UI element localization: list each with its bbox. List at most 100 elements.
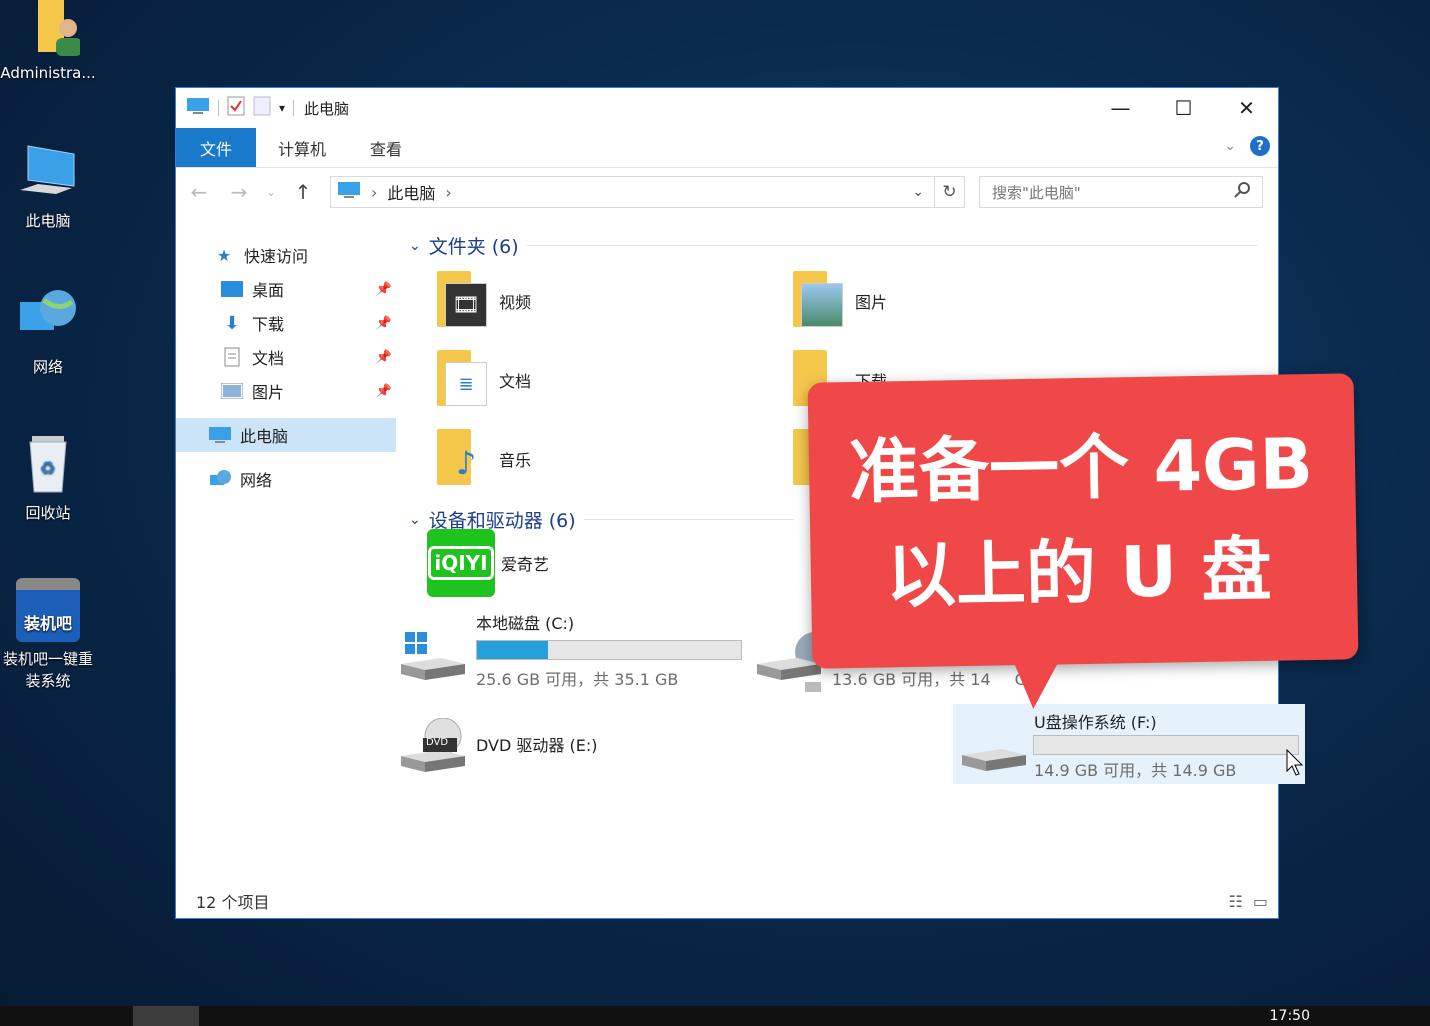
sidebar-item-quick-access[interactable]: ★ 快速访问: [176, 238, 396, 272]
drive-free-space: 25.6 GB 可用，共 35.1 GB: [476, 670, 679, 689]
desktop-icon-label: 此电脑: [25, 212, 71, 230]
drive-c[interactable]: 本地磁盘 (C:) 25.6 GB 可用，共 35.1 GB: [401, 610, 751, 700]
address-bar-row: ← → ⌄ ↑ › 此电脑 › ⌄ ↻ 搜索"此电脑": [176, 168, 1278, 216]
taskbar: 17:50: [0, 1006, 1430, 1026]
network-globe-icon: [16, 286, 80, 350]
tab-file[interactable]: 文件: [176, 128, 256, 167]
desktop-icon-recycle-bin[interactable]: ♻ 回收站: [0, 432, 98, 524]
desktop-icon-network[interactable]: 网络: [0, 286, 98, 378]
folder-pictures[interactable]: 图片: [791, 266, 1131, 336]
drive-free-space: 14.9 GB 可用，共 14.9 GB: [1034, 761, 1237, 780]
device-label: 爱奇艺: [501, 555, 550, 574]
folder-label: 图片: [855, 293, 888, 312]
desktop-icon-zhuangjiba[interactable]: 装机吧 装机吧一键重 装系统: [0, 578, 98, 692]
sidebar-item-desktop[interactable]: 桌面 📌: [176, 272, 396, 306]
callout-line-2: 以上的 U 盘: [885, 528, 1273, 618]
folder-music[interactable]: ♪ 音乐: [435, 424, 775, 494]
drive-usage-bar: [476, 640, 742, 660]
title-bar: ▾ 此电脑 — ☐ ✕: [176, 88, 1278, 128]
properties-icon[interactable]: [227, 96, 245, 120]
document-folder-icon: ≣: [435, 350, 491, 410]
expand-ribbon-icon[interactable]: ⌄: [1224, 138, 1236, 154]
large-icons-view-icon[interactable]: ▭: [1253, 892, 1268, 911]
breadcrumb-chevron-icon[interactable]: ›: [371, 183, 377, 202]
pin-icon[interactable]: 📌: [376, 350, 392, 365]
download-arrow-icon: ⬇: [224, 312, 240, 334]
sidebar-item-label: 下载: [252, 315, 285, 334]
computer-icon: [16, 140, 80, 204]
section-title: 文件夹 (6): [428, 236, 519, 258]
taskbar-explorer-button[interactable]: [133, 1006, 199, 1026]
windows-drive-icon: [401, 632, 465, 680]
picture-folder-icon: [791, 271, 847, 331]
chevron-down-icon: ⌄: [409, 237, 421, 254]
picture-icon: [220, 381, 244, 401]
pin-icon[interactable]: 📌: [376, 282, 392, 297]
address-dropdown-icon[interactable]: ⌄: [912, 184, 924, 200]
video-folder-icon: 🎞: [435, 271, 491, 331]
sidebar-item-network[interactable]: 网络: [176, 462, 396, 496]
recent-locations-icon[interactable]: ⌄: [266, 185, 276, 199]
svg-text:♻: ♻: [40, 458, 56, 479]
tab-view[interactable]: 查看: [348, 128, 424, 167]
pin-icon[interactable]: 📌: [376, 316, 392, 331]
drive-free-space: 13.6 GB 可用，共 14 GB: [832, 670, 1038, 689]
breadcrumb-chevron-icon[interactable]: ›: [445, 183, 451, 202]
computer-icon: [337, 181, 361, 203]
customize-dropdown-icon[interactable]: ▾: [279, 101, 285, 115]
drive-f-usb[interactable]: U盘操作系统 (F:) 14.9 GB 可用，共 14.9 GB: [953, 704, 1305, 784]
sidebar-item-label: 图片: [252, 383, 285, 402]
taskbar-clock[interactable]: 17:50: [1270, 1008, 1310, 1024]
sidebar-item-documents[interactable]: 文档 📌: [176, 340, 396, 374]
desktop-icon-administrator[interactable]: Administra...: [0, 0, 98, 84]
drive-dvd[interactable]: DVD DVD 驱动器 (E:): [401, 717, 751, 808]
maximize-button[interactable]: ☐: [1152, 88, 1215, 128]
iqiyi-logo-text: iQIYI: [428, 546, 494, 580]
desktop-icon-label-line2: 装系统: [25, 672, 71, 690]
ribbon-tabs: 文件 计算机 查看 ⌄ ?: [176, 128, 1278, 168]
iqiyi-logo-icon: iQIYI: [427, 529, 495, 597]
desktop-icon-label: 网络: [32, 358, 63, 376]
quick-access-toolbar: ▾: [186, 96, 295, 120]
network-icon: [208, 469, 232, 489]
new-folder-icon[interactable]: [253, 96, 271, 120]
folder-label: 音乐: [499, 451, 532, 470]
search-input[interactable]: 搜索"此电脑": [979, 176, 1263, 208]
minimize-button[interactable]: —: [1089, 88, 1152, 128]
up-button[interactable]: ↑: [290, 180, 316, 204]
breadcrumb-this-pc[interactable]: 此电脑: [387, 180, 435, 204]
device-iqiyi[interactable]: iQIYI 爱奇艺: [427, 528, 767, 598]
sidebar-item-downloads[interactable]: ⬇ 下载 📌: [176, 306, 396, 340]
window-title: 此电脑: [304, 99, 350, 118]
sidebar-item-label: 网络: [240, 471, 273, 490]
star-icon: ★: [216, 245, 232, 265]
dvd-badge-text: DVD: [426, 737, 449, 748]
forward-button[interactable]: →: [226, 180, 252, 204]
desktop-icon: [220, 279, 244, 299]
close-button[interactable]: ✕: [1215, 88, 1278, 128]
tab-computer[interactable]: 计算机: [256, 128, 348, 167]
help-icon[interactable]: ?: [1250, 136, 1270, 156]
refresh-button[interactable]: ↻: [934, 177, 964, 207]
sidebar-item-this-pc[interactable]: 此电脑: [176, 418, 396, 452]
folders-section-header[interactable]: ⌄ 文件夹 (6): [409, 232, 1257, 259]
sidebar-item-label: 桌面: [252, 281, 285, 300]
user-folder-icon: [16, 0, 82, 64]
zhuangjiba-logo-text: 装机吧: [23, 614, 72, 633]
desktop-icon-this-pc[interactable]: 此电脑: [0, 140, 98, 232]
window-controls: — ☐ ✕: [1089, 88, 1278, 128]
folder-videos[interactable]: 🎞 视频: [435, 266, 775, 336]
status-bar: 12 个项目 ☷ ▭: [176, 884, 1278, 918]
pin-icon[interactable]: 📌: [376, 384, 392, 399]
navigation-pane: ★ 快速访问 桌面 📌 ⬇ 下载 📌 文档 📌 图片 📌 此电脑 网络: [176, 228, 396, 878]
details-view-icon[interactable]: ☷: [1229, 892, 1243, 911]
search-icon: [1234, 182, 1250, 202]
drive-usage-fill: [477, 641, 549, 659]
callout-line-1: 准备一个 4GB: [848, 422, 1314, 514]
address-field[interactable]: › 此电脑 › ⌄ ↻: [330, 176, 965, 208]
document-icon: [220, 347, 244, 367]
sidebar-item-pictures[interactable]: 图片 📌: [176, 374, 396, 408]
back-button[interactable]: ←: [186, 180, 212, 204]
computer-icon: [186, 97, 210, 119]
folder-documents[interactable]: ≣ 文档: [435, 345, 775, 415]
